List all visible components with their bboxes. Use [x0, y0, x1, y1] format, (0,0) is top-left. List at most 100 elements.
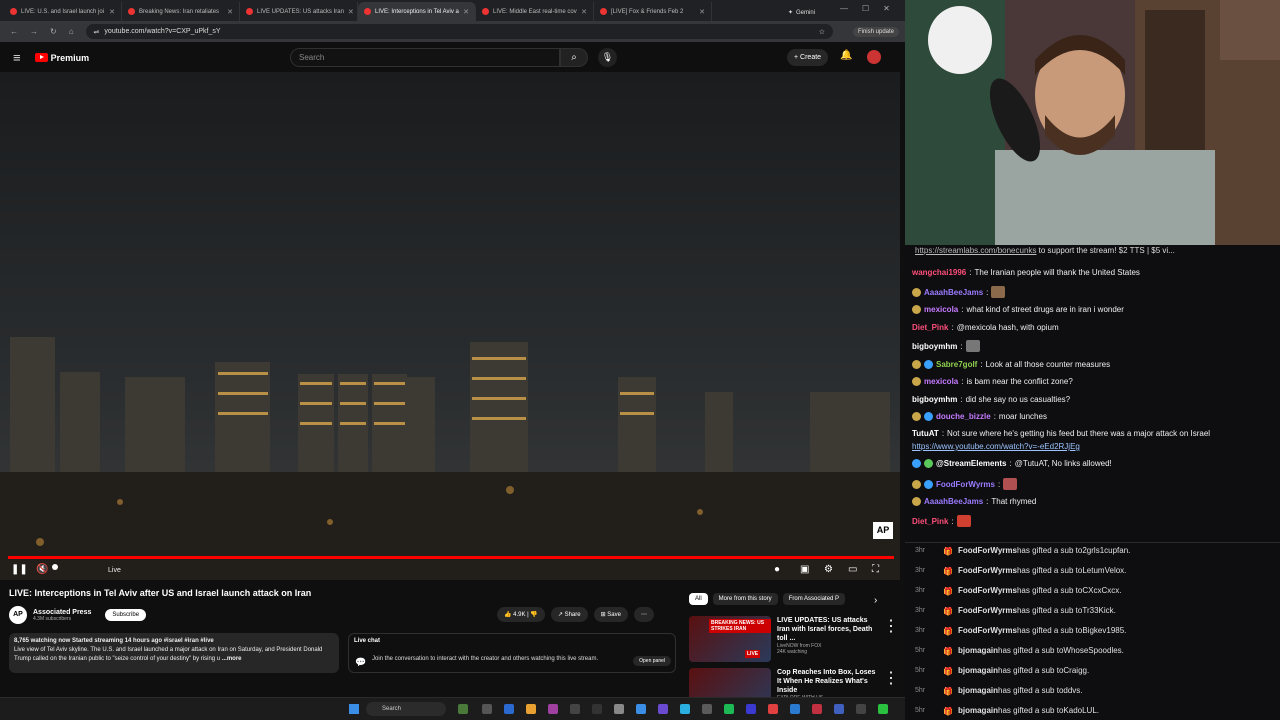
- chat-username[interactable]: FoodForWyrms: [936, 480, 995, 489]
- app-icon[interactable]: [636, 704, 646, 714]
- miniplayer-icon[interactable]: ▭: [848, 564, 857, 575]
- spotify-icon[interactable]: [724, 704, 734, 714]
- voice-search-button[interactable]: 🎙: [598, 48, 617, 67]
- gifter-name[interactable]: bjomagain: [958, 646, 998, 655]
- chat-username[interactable]: wangchai1996: [912, 268, 966, 277]
- app-icon[interactable]: [746, 704, 756, 714]
- channel-avatar[interactable]: AP: [9, 606, 27, 624]
- reload-icon[interactable]: ↻: [50, 27, 57, 36]
- recommendation-title[interactable]: LIVE UPDATES: US attacks Iran with Israe…: [777, 616, 877, 643]
- streamlabs-link[interactable]: https://streamlabs.com/bonecunks: [915, 246, 1036, 255]
- back-icon[interactable]: ←: [10, 27, 18, 36]
- browser-tab[interactable]: LIVE: U.S. and Israel launch joi ✕: [4, 2, 122, 21]
- pause-icon[interactable]: ❚❚: [11, 564, 28, 575]
- tab-close-icon[interactable]: ✕: [699, 8, 705, 16]
- app-icon[interactable]: [856, 704, 866, 714]
- chat-username[interactable]: AaaahBeeJams: [924, 497, 983, 506]
- fullscreen-icon[interactable]: ⛶: [872, 564, 879, 575]
- minimize-icon[interactable]: —: [840, 4, 848, 13]
- like-button[interactable]: 👍 4.9K | 👎: [497, 607, 545, 622]
- tab-close-icon[interactable]: ✕: [348, 8, 354, 16]
- gifter-name[interactable]: FoodForWyrms: [958, 606, 1017, 615]
- gifter-name[interactable]: FoodForWyrms: [958, 566, 1017, 575]
- share-button[interactable]: ↗ Share: [550, 607, 588, 622]
- chat-username[interactable]: douche_bizzle: [936, 412, 991, 421]
- video-player[interactable]: ❚❚ 🔇 Live ● ▣ ⚙ ▭ ⛶: [0, 72, 900, 580]
- browser-tab[interactable]: Breaking News: Iran retaliates ✕: [122, 2, 240, 21]
- mute-icon[interactable]: 🔇: [36, 564, 48, 575]
- start-icon[interactable]: [349, 704, 359, 714]
- search-input[interactable]: Search: [290, 48, 560, 67]
- channel-name[interactable]: Associated Press: [33, 609, 91, 616]
- chat-username[interactable]: bigboymhm: [912, 395, 957, 404]
- chat-username[interactable]: @StreamElements: [936, 459, 1007, 468]
- volume-slider-handle[interactable]: [52, 564, 58, 570]
- save-button[interactable]: ⊞ Save: [593, 607, 628, 622]
- filter-chip[interactable]: From Associated P: [782, 593, 846, 605]
- tab-close-icon[interactable]: ✕: [109, 8, 115, 16]
- open-panel-button[interactable]: Open panel: [633, 656, 671, 666]
- chrome-icon[interactable]: [526, 704, 536, 714]
- filter-chip[interactable]: All: [689, 593, 708, 605]
- gemini-button[interactable]: ✦ Gemini: [788, 9, 815, 21]
- chat-username[interactable]: bigboymhm: [912, 342, 957, 351]
- chat-username[interactable]: mexicola: [924, 305, 958, 314]
- menu-icon[interactable]: ≡: [13, 50, 21, 65]
- gifter-name[interactable]: FoodForWyrms: [958, 546, 1017, 555]
- app-icon[interactable]: [768, 704, 778, 714]
- app-icon[interactable]: [570, 704, 580, 714]
- more-link[interactable]: ...more: [222, 656, 242, 662]
- gifter-name[interactable]: bjomagain: [958, 666, 998, 675]
- chat-username[interactable]: mexicola: [924, 377, 958, 386]
- gifter-name[interactable]: FoodForWyrms: [958, 586, 1017, 595]
- progress-bar[interactable]: [8, 556, 894, 559]
- description-box[interactable]: 8,765 watching now Started streaming 14 …: [9, 633, 339, 673]
- app-icon[interactable]: [834, 704, 844, 714]
- close-window-icon[interactable]: ✕: [883, 4, 890, 13]
- tab-close-icon[interactable]: ✕: [463, 8, 469, 16]
- browser-tab[interactable]: LIVE UPDATES: US attacks Iran ✕: [240, 2, 358, 21]
- subtitles-icon[interactable]: ▣: [800, 564, 809, 575]
- gifter-name[interactable]: bjomagain: [958, 706, 998, 715]
- video-thumbnail[interactable]: BREAKING NEWS: US STRIKES IRAN LIVE: [689, 616, 771, 662]
- account-avatar[interactable]: [867, 50, 881, 64]
- recommendation-title[interactable]: Cop Reaches Into Box, Loses It When He R…: [777, 668, 877, 695]
- chat-username[interactable]: Sabre7golf: [936, 360, 977, 369]
- gifter-name[interactable]: bjomagain: [958, 686, 998, 695]
- browser-tab[interactable]: [LIVE] Fox & Friends Feb 2 ✕: [594, 2, 712, 21]
- chips-next-icon[interactable]: ›: [874, 595, 877, 606]
- recommendation-item[interactable]: BREAKING NEWS: US STRIKES IRAN LIVE LIVE U…: [689, 616, 899, 662]
- app-icon[interactable]: [548, 704, 558, 714]
- notifications-icon[interactable]: 🔔: [840, 50, 852, 61]
- url-field[interactable]: ⇌ youtube.com/watch?v=CXP_uPkf_sY ☆: [85, 24, 833, 39]
- home-icon[interactable]: ⌂: [69, 27, 74, 36]
- app-icon[interactable]: [878, 704, 888, 714]
- maximize-icon[interactable]: ☐: [862, 4, 869, 13]
- forward-icon[interactable]: →: [30, 27, 38, 36]
- chat-username[interactable]: Diet_Pink: [912, 323, 948, 332]
- app-icon[interactable]: [790, 704, 800, 714]
- app-icon[interactable]: [592, 704, 602, 714]
- chat-username[interactable]: Diet_Pink: [912, 517, 948, 526]
- app-icon[interactable]: [812, 704, 822, 714]
- app-icon[interactable]: [702, 704, 712, 714]
- create-button[interactable]: + Create: [787, 49, 829, 66]
- app-icon[interactable]: [680, 704, 690, 714]
- chat-link[interactable]: https://www.youtube.com/watch?v=-eEd2RJj…: [912, 442, 1080, 451]
- autoplay-icon[interactable]: ●: [774, 564, 780, 575]
- gifter-name[interactable]: FoodForWyrms: [958, 626, 1017, 635]
- settings-gear-icon[interactable]: ⚙: [824, 564, 833, 575]
- finish-update-button[interactable]: Finish update: [852, 26, 899, 37]
- tab-close-icon[interactable]: ✕: [227, 8, 233, 16]
- chat-username[interactable]: AaaahBeeJams: [924, 288, 983, 297]
- app-icon[interactable]: [614, 704, 624, 714]
- tab-close-icon[interactable]: ✕: [581, 8, 587, 16]
- app-icon[interactable]: [458, 704, 468, 714]
- browser-tab[interactable]: LIVE: Middle East real-time cov ✕: [476, 2, 594, 21]
- filter-chip[interactable]: More from this story: [712, 593, 778, 605]
- search-button[interactable]: ⌕: [560, 48, 588, 67]
- browser-tab[interactable]: LIVE: Interceptions in Tel Aviv a ✕: [358, 2, 476, 21]
- app-icon[interactable]: [504, 704, 514, 714]
- bookmark-star-icon[interactable]: ☆: [819, 28, 825, 36]
- more-actions-icon[interactable]: ⋯: [633, 607, 654, 622]
